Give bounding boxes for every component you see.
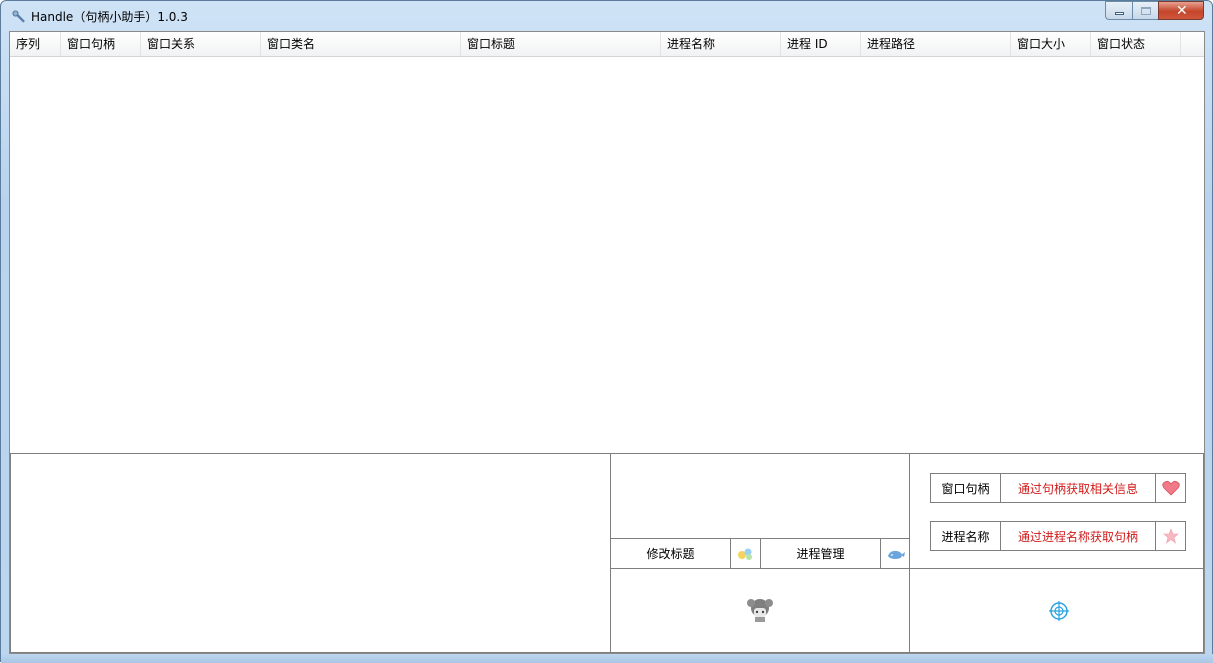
title-bar[interactable]: Handle（句柄小助手）1.0.3 ✕ — [1, 1, 1212, 31]
column-header[interactable]: 序列 — [10, 32, 61, 56]
get-handle-by-process-button[interactable]: 通过进程名称获取句柄 — [1000, 521, 1156, 551]
column-header[interactable]: 进程 ID — [781, 32, 861, 56]
column-header[interactable]: 窗口标题 — [461, 32, 661, 56]
character-pane — [610, 568, 910, 653]
column-header[interactable]: 窗口句柄 — [61, 32, 141, 56]
close-button[interactable]: ✕ — [1158, 1, 1204, 20]
column-header[interactable]: 窗口关系 — [141, 32, 261, 56]
process-name-label: 进程名称 — [930, 521, 1001, 551]
column-header[interactable]: 窗口类名 — [261, 32, 461, 56]
maximize-button[interactable] — [1132, 1, 1158, 20]
get-info-by-handle-button[interactable]: 通过句柄获取相关信息 — [1000, 473, 1156, 503]
minimize-icon — [1115, 12, 1124, 15]
character-icon — [747, 599, 773, 622]
heart-button[interactable] — [1155, 473, 1186, 503]
column-header[interactable]: 进程名称 — [661, 32, 781, 56]
target-pane — [909, 568, 1204, 653]
preview-pane — [610, 453, 910, 540]
window-title: Handle（句柄小助手）1.0.3 — [31, 10, 188, 24]
minimize-button[interactable] — [1105, 1, 1132, 20]
window-list[interactable] — [10, 57, 1204, 453]
whale-icon — [887, 550, 905, 559]
column-header[interactable]: 窗口状态 — [1091, 32, 1181, 56]
client-area: 序列 窗口句柄 窗口关系 窗口类名 窗口标题 进程名称 进程 ID 进程路径 窗… — [9, 31, 1205, 654]
column-header[interactable]: 窗口大小 — [1011, 32, 1091, 56]
crosshair-icon[interactable] — [1049, 601, 1069, 621]
window-controls: ✕ — [1105, 1, 1204, 21]
close-icon: ✕ — [1176, 3, 1188, 19]
handle-label: 窗口句柄 — [930, 473, 1001, 503]
heart-icon — [1161, 480, 1180, 496]
app-window: Handle（句柄小助手）1.0.3 ✕ 序列 窗口句柄 窗口关系 窗口类名 窗… — [0, 0, 1213, 663]
sparkle-button[interactable] — [730, 538, 761, 569]
whale-button[interactable] — [880, 538, 911, 569]
star-icon — [1162, 528, 1179, 544]
modify-title-button[interactable]: 修改标题 — [610, 538, 731, 569]
sparkle-icon — [737, 548, 752, 560]
column-header[interactable]: 进程路径 — [861, 32, 1011, 56]
star-button[interactable] — [1155, 521, 1186, 551]
maximize-icon — [1141, 7, 1151, 15]
info-pane[interactable] — [10, 453, 611, 653]
process-manager-button[interactable]: 进程管理 — [760, 538, 881, 569]
lookup-pane — [909, 453, 1204, 569]
list-header: 序列 窗口句柄 窗口关系 窗口类名 窗口标题 进程名称 进程 ID 进程路径 窗… — [10, 32, 1204, 57]
wrench-icon — [12, 10, 26, 24]
